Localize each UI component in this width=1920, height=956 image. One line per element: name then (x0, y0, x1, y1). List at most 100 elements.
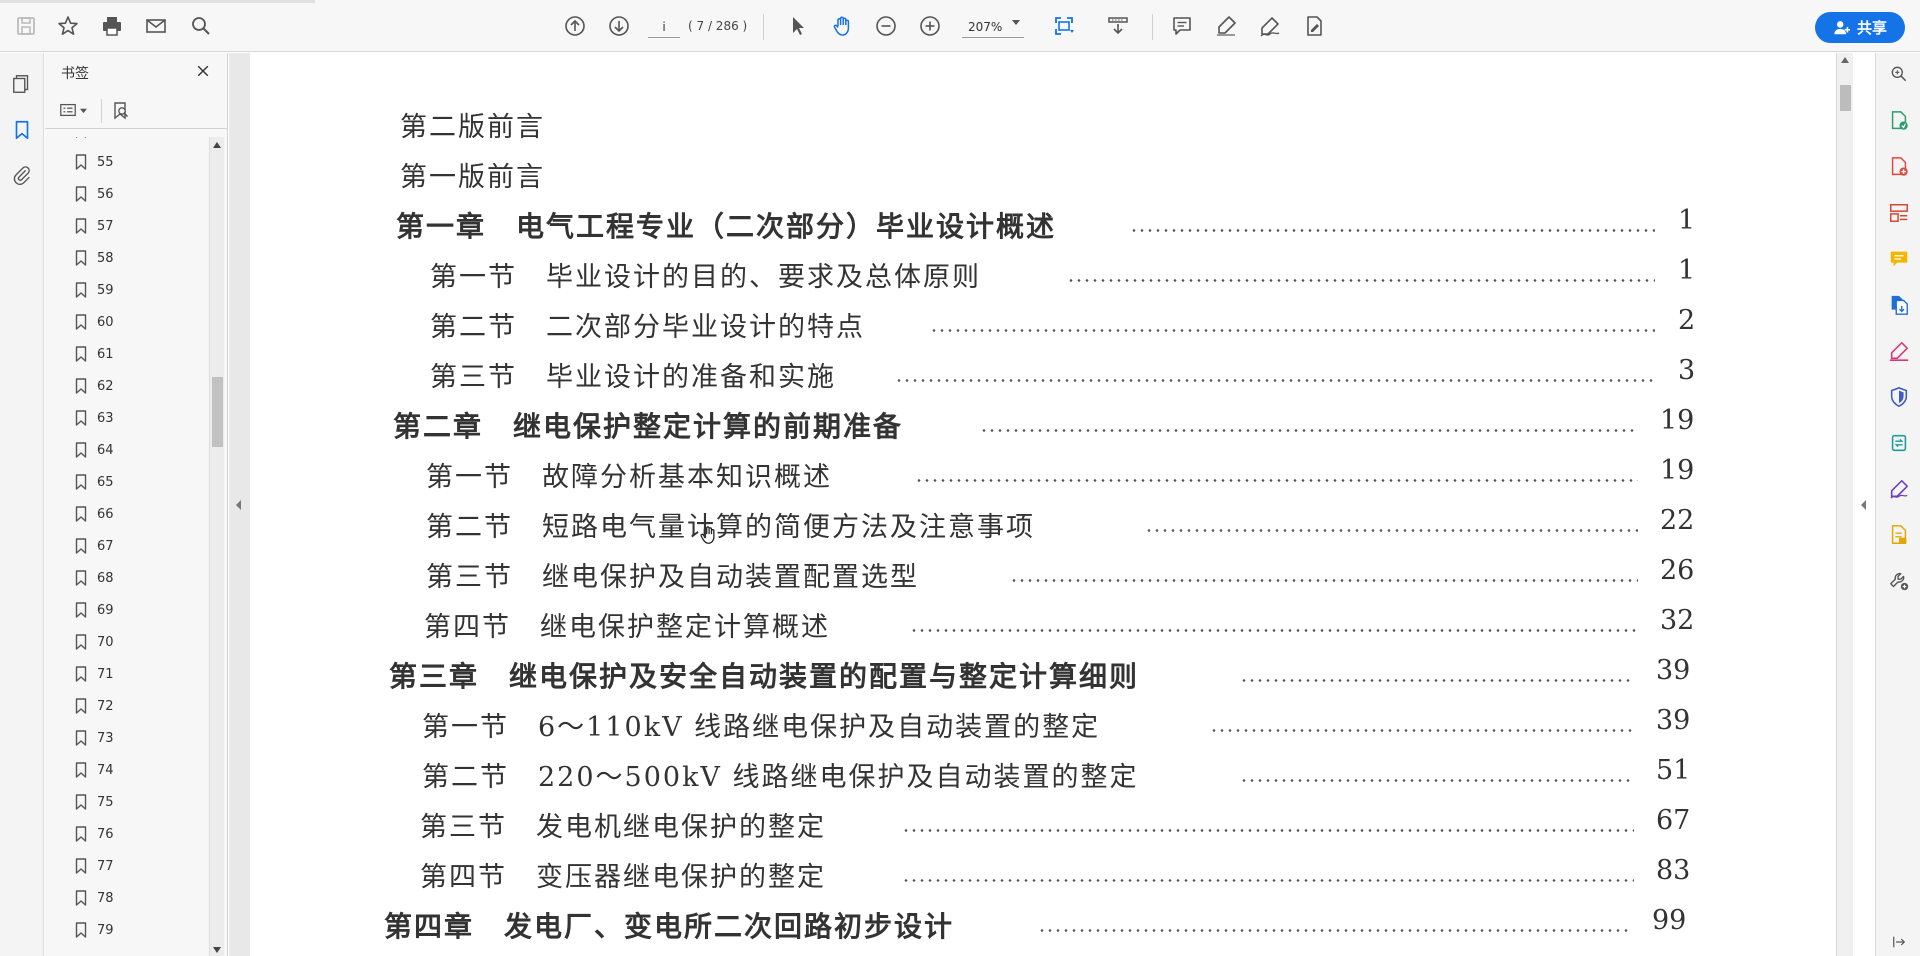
toc-page-number: 19 (1660, 405, 1695, 436)
toc-section-row[interactable]: 第二节 短路电气量计算的简便方法及注意事项 22 (250, 505, 1694, 545)
bookmark-scroll-thumb[interactable] (212, 377, 223, 447)
toc-chapter-row[interactable]: 第一章 电气工程专业（二次部分）毕业设计概述 1 (250, 205, 1695, 245)
scroll-mode-icon[interactable] (1104, 12, 1132, 40)
bookmark-label: 74 (97, 762, 114, 778)
bookmark-item[interactable]: 55 (75, 151, 114, 173)
bookmark-label: 77 (97, 858, 114, 874)
page-number-input[interactable]: i (648, 16, 680, 38)
edit-pdf-icon[interactable] (1887, 339, 1911, 363)
draw-signature-icon[interactable] (1256, 12, 1284, 40)
bookmark-item[interactable]: 63 (75, 407, 114, 429)
bookmark-label: 54 (97, 137, 114, 138)
scroll-up-icon[interactable] (212, 141, 222, 149)
toc-heading: 第二版前言 (400, 112, 545, 143)
bookmark-item[interactable]: 59 (75, 279, 114, 301)
protect-shield-icon[interactable] (1887, 385, 1911, 409)
bookmark-item[interactable]: 73 (75, 727, 114, 749)
bookmark-item[interactable]: 71 (75, 663, 114, 685)
bookmark-item[interactable]: 68 (75, 567, 114, 589)
email-icon[interactable] (142, 12, 170, 40)
add-person-icon (1834, 20, 1851, 34)
collapse-right-panel-icon[interactable] (1861, 500, 1866, 510)
scroll-up-icon[interactable] (1841, 57, 1849, 63)
toc-section-row[interactable]: 第四节 变压器继电保护的整定 83 (250, 855, 1690, 895)
share-button[interactable]: 共享 (1815, 12, 1905, 43)
search-icon[interactable] (187, 12, 215, 40)
close-icon[interactable] (193, 61, 213, 81)
bookmark-item[interactable]: 70 (75, 631, 114, 653)
send-for-signature-icon[interactable] (1887, 523, 1911, 547)
fit-page-icon[interactable] (1050, 12, 1078, 40)
create-pdf-icon[interactable] (1887, 155, 1911, 179)
zoom-in-icon[interactable] (916, 12, 944, 40)
toc-heading: 第四节 继电保护整定计算概述 (424, 612, 830, 643)
toc-section-row[interactable]: 第二版前言 (250, 105, 1620, 145)
more-tools-icon[interactable] (1887, 569, 1911, 593)
bookmark-scrollbar[interactable] (209, 137, 224, 956)
collapse-left-panel-icon[interactable] (236, 500, 241, 510)
toc-leader-dots (1240, 779, 1634, 782)
bookmark-item[interactable]: 57 (75, 215, 114, 237)
bookmark-item[interactable]: 66 (75, 503, 114, 525)
fill-sign-icon[interactable] (1300, 12, 1328, 40)
export-pdf-icon[interactable] (1887, 109, 1911, 133)
bookmark-item[interactable]: 72 (75, 695, 114, 717)
toc-chapter-row[interactable]: 第四章 发电厂、变电所二次回路初步设计 99 (250, 905, 1686, 945)
toc-section-row[interactable]: 第四节 继电保护整定计算概述 32 (250, 605, 1694, 645)
scroll-down-icon[interactable] (212, 946, 222, 954)
save-icon[interactable] (12, 12, 40, 40)
select-pointer-icon[interactable] (784, 12, 812, 40)
attachment-icon[interactable] (10, 163, 34, 187)
bookmark-item[interactable]: 64 (75, 439, 114, 461)
toc-chapter-row[interactable]: 第三章 继电保护及安全自动装置的配置与整定计算细则 39 (250, 655, 1690, 695)
organize-pages-icon[interactable] (1887, 201, 1911, 225)
toc-section-row[interactable]: 第一版前言 (250, 155, 1620, 195)
bookmark-item[interactable]: 61 (75, 343, 114, 365)
bookmark-item[interactable]: 75 (75, 791, 114, 813)
toc-section-row[interactable]: 第三节 毕业设计的准备和实施 3 (250, 355, 1695, 395)
toc-section-row[interactable]: 第一节 故障分析基本知识概述 19 (250, 455, 1694, 495)
find-bookmark-button[interactable] (111, 101, 131, 125)
bookmark-item[interactable]: 65 (75, 471, 114, 493)
chevron-down-icon[interactable] (1012, 20, 1020, 25)
star-icon[interactable] (54, 12, 82, 40)
expand-panel-icon[interactable] (1887, 930, 1911, 954)
bookmark-item[interactable]: 56 (75, 183, 114, 205)
highlight-pen-icon[interactable] (1212, 12, 1240, 40)
comment-icon[interactable] (1168, 12, 1196, 40)
toc-section-row[interactable]: 第二节 220～500kV 线路继电保护及自动装置的整定 51 (250, 755, 1690, 795)
fill-and-sign-icon[interactable] (1887, 477, 1911, 501)
document-scrollbar[interactable] (1836, 53, 1853, 956)
bookmark-item[interactable]: 79 (75, 919, 114, 941)
zoom-out-icon[interactable] (872, 12, 900, 40)
combine-files-icon[interactable] (1887, 293, 1911, 317)
bookmark-item[interactable]: 78 (75, 887, 114, 909)
print-icon[interactable] (98, 12, 126, 40)
bookmark-item[interactable]: 69 (75, 599, 114, 621)
bookmark-item[interactable]: 74 (75, 759, 114, 781)
bookmark-item[interactable]: 62 (75, 375, 114, 397)
next-page-icon[interactable] (605, 12, 633, 40)
hand-tool-icon[interactable] (828, 12, 856, 40)
bookmark-options-button[interactable] (59, 101, 87, 119)
document-scroll-thumb[interactable] (1840, 85, 1851, 111)
bookmark-icon (75, 890, 87, 906)
toc-chapter-row[interactable]: 第二章 继电保护整定计算的前期准备 19 (250, 405, 1694, 445)
toc-section-row[interactable]: 第二节 二次部分毕业设计的特点 2 (250, 305, 1695, 345)
bookmark-item[interactable]: 60 (75, 311, 114, 333)
bookmark-item[interactable]: 76 (75, 823, 114, 845)
comment-tool-icon[interactable] (1887, 247, 1911, 271)
bookmark-panel-icon[interactable] (10, 118, 34, 142)
bookmark-item[interactable]: 67 (75, 535, 114, 557)
bookmark-item[interactable]: 77 (75, 855, 114, 877)
bookmark-item[interactable]: 54 (75, 137, 114, 141)
previous-page-icon[interactable] (561, 12, 589, 40)
toc-section-row[interactable]: 第三节 继电保护及自动装置配置选型 26 (250, 555, 1694, 595)
convert-icon[interactable] (1887, 431, 1911, 455)
toc-section-row[interactable]: 第一节 毕业设计的目的、要求及总体原则 1 (250, 255, 1695, 295)
zoom-search-icon[interactable] (1887, 62, 1911, 86)
toc-section-row[interactable]: 第三节 发电机继电保护的整定 67 (250, 805, 1690, 845)
toc-section-row[interactable]: 第一节 6～110kV 线路继电保护及自动装置的整定 39 (250, 705, 1690, 745)
page-thumbnails-icon[interactable] (10, 72, 34, 96)
bookmark-item[interactable]: 58 (75, 247, 114, 269)
